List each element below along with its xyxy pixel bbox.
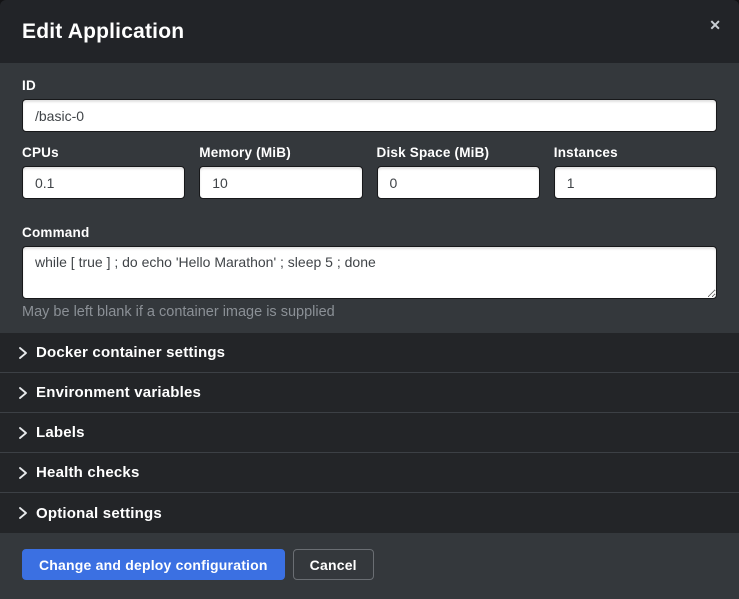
instances-input[interactable] <box>554 166 717 199</box>
chevron-right-icon <box>18 347 28 359</box>
chevron-right-icon <box>18 467 28 479</box>
instances-label: Instances <box>554 145 717 160</box>
instances-field-group: Instances <box>554 145 717 212</box>
memory-input[interactable] <box>199 166 362 199</box>
cancel-button[interactable]: Cancel <box>293 549 374 580</box>
memory-label: Memory (MiB) <box>199 145 362 160</box>
command-label: Command <box>22 225 717 240</box>
id-input[interactable] <box>22 99 717 132</box>
command-textarea[interactable]: while [ true ] ; do echo 'Hello Marathon… <box>22 246 717 299</box>
chevron-right-icon <box>18 427 28 439</box>
section-label: Optional settings <box>36 505 162 522</box>
section-docker-container-settings[interactable]: Docker container settings <box>0 333 739 373</box>
section-label: Environment variables <box>36 384 201 401</box>
modal-header: Edit Application ✕ <box>0 0 739 63</box>
disk-field-group: Disk Space (MiB) <box>377 145 540 199</box>
section-label: Docker container settings <box>36 344 225 361</box>
id-field-group: ID <box>22 78 717 132</box>
command-field-group: Command while [ true ] ; do echo 'Hello … <box>22 225 717 320</box>
cpus-field-group: CPUs <box>22 145 185 199</box>
section-label: Health checks <box>36 464 139 481</box>
memory-field-group: Memory (MiB) <box>199 145 362 199</box>
section-label: Labels <box>36 424 85 441</box>
section-labels[interactable]: Labels <box>0 413 739 453</box>
disk-label: Disk Space (MiB) <box>377 145 540 160</box>
section-environment-variables[interactable]: Environment variables <box>0 373 739 413</box>
section-health-checks[interactable]: Health checks <box>0 453 739 493</box>
modal-footer: Change and deploy configuration Cancel <box>0 533 739 599</box>
chevron-right-icon <box>18 507 28 519</box>
resources-row: CPUs Memory (MiB) Disk Space (MiB) Insta… <box>22 145 717 212</box>
command-help-text: May be left blank if a container image i… <box>22 304 717 320</box>
change-and-deploy-button[interactable]: Change and deploy configuration <box>22 549 285 580</box>
collapsible-sections: Docker container settings Environment va… <box>0 333 739 533</box>
cpus-input[interactable] <box>22 166 185 199</box>
disk-input[interactable] <box>377 166 540 199</box>
close-icon[interactable]: ✕ <box>705 14 725 36</box>
id-label: ID <box>22 78 717 93</box>
chevron-right-icon <box>18 387 28 399</box>
section-optional-settings[interactable]: Optional settings <box>0 493 739 533</box>
edit-application-modal: Edit Application ✕ ID CPUs Memory (MiB) … <box>0 0 739 599</box>
modal-title: Edit Application <box>22 20 184 44</box>
application-form: ID CPUs Memory (MiB) Disk Space (MiB) In… <box>0 63 739 333</box>
cpus-label: CPUs <box>22 145 185 160</box>
